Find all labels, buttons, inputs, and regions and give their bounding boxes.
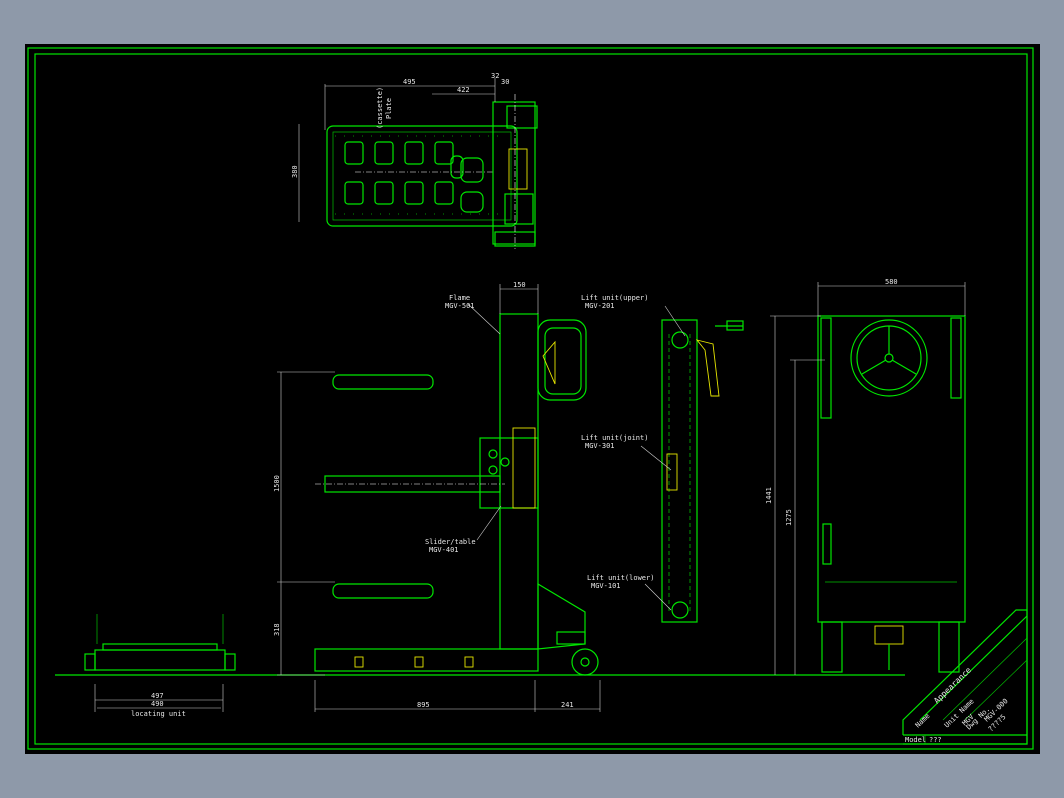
top-dim-small-a: 32 <box>491 72 499 80</box>
note-upper-code: MGV-201 <box>585 302 615 310</box>
note-lower-code: MGV-101 <box>591 582 621 590</box>
side-dim-top: 150 <box>513 281 526 289</box>
note-joint-code: MGV-301 <box>585 442 615 450</box>
cad-drawing: 495 422 32 30 380 (cassette) Plate 150 1… <box>27 47 1034 750</box>
top-label-1: (cassette) <box>376 87 384 129</box>
title-block: Appearance Name Unit Name MGV Dwg No. MG… <box>902 609 1028 745</box>
front-dim-width: 580 <box>885 278 898 286</box>
note-slider-code: MGV-401 <box>429 546 459 554</box>
loc-dim-inner: 490 <box>151 700 164 708</box>
top-view: 495 422 32 30 380 (cassette) Plate <box>291 72 538 249</box>
side-dim-low: 318 <box>273 623 281 636</box>
side-dim-base: 895 <box>417 701 430 709</box>
drawing-sheet: 495 422 32 30 380 (cassette) Plate 150 1… <box>25 44 1040 754</box>
note-flame-title: Flame <box>449 294 470 302</box>
loc-caption: locating unit <box>131 710 186 718</box>
front-dim-total: 1441 <box>765 487 773 504</box>
tb-model-label: Model <box>905 736 926 744</box>
top-dim-small-b: 30 <box>501 78 509 86</box>
front-dim-mid: 1275 <box>785 509 793 526</box>
top-dim-inner: 422 <box>457 86 470 94</box>
top-label-2: Plate <box>385 98 393 119</box>
side-dim-height: 1500 <box>273 475 281 492</box>
lift-view: Lift unit(upper) MGV-201 Lift unit(joint… <box>581 294 744 623</box>
note-flame-code: MGV-501 <box>445 302 475 310</box>
side-view: 150 1500 318 895 241 Flame MGV-501 Slide… <box>273 281 601 712</box>
tb-model-value: ??? <box>929 736 942 744</box>
locating-unit: 497 490 locating unit <box>84 614 236 718</box>
note-upper-title: Lift unit(upper) <box>581 294 648 302</box>
front-view: 580 1441 1275 <box>765 278 966 675</box>
note-joint-title: Lift unit(joint) <box>581 434 648 442</box>
tb-name-label: Name <box>914 712 932 729</box>
inner-border <box>34 53 1028 745</box>
loc-dim-outer: 497 <box>151 692 164 700</box>
side-dim-wheel: 241 <box>561 701 574 709</box>
note-slider-title: Slider/table <box>425 538 476 546</box>
note-lower-title: Lift unit(lower) <box>587 574 654 582</box>
top-dim-height: 380 <box>291 165 299 178</box>
top-dim-width: 495 <box>403 78 416 86</box>
